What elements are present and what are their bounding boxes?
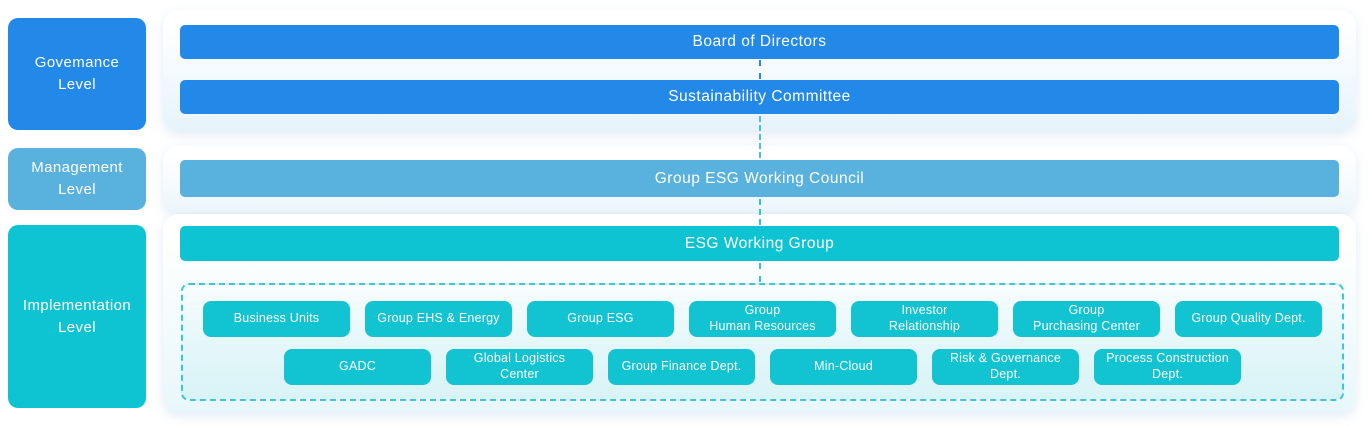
board-of-directors-bar: Board of Directors [180, 25, 1339, 59]
sustainability-committee-bar: Sustainability Committee [180, 80, 1339, 114]
management-level-label: Management Level [8, 148, 146, 210]
implementation-departments-box: Business Units Group EHS & Energy Group … [181, 283, 1344, 401]
implementation-panel: ESG Working Group Business Units Group E… [163, 214, 1356, 412]
group-esg-working-council-bar: Group ESG Working Council [180, 160, 1339, 197]
implementation-level-label: Implementation Level [8, 225, 146, 408]
node-gadc: GADC [284, 349, 431, 385]
department-row-1: Business Units Group EHS & Energy Group … [183, 301, 1342, 337]
node-min-cloud: Min-Cloud [770, 349, 917, 385]
node-risk-governance-dept: Risk & Governance Dept. [932, 349, 1079, 385]
esg-working-group-bar: ESG Working Group [180, 226, 1339, 261]
esg-governance-structure-diagram: Govemance Level Management Level Impleme… [0, 0, 1369, 426]
connector-committee-to-council [759, 116, 761, 158]
node-business-units: Business Units [203, 301, 350, 337]
node-global-logistics-center: Global Logistics Center [446, 349, 593, 385]
connector-esg-group-to-departments [759, 263, 761, 282]
department-row-2: GADC Global Logistics Center Group Finan… [183, 349, 1342, 385]
connector-board-to-committee [759, 60, 761, 79]
node-group-finance-dept: Group Finance Dept. [608, 349, 755, 385]
node-group-purchasing-center: Group Purchasing Center [1013, 301, 1160, 337]
node-group-human-resources: Group Human Resources [689, 301, 836, 337]
node-process-construction-dept: Process Construction Dept. [1094, 349, 1241, 385]
connector-council-to-esg-group [759, 199, 761, 225]
node-group-ehs-energy: Group EHS & Energy [365, 301, 512, 337]
node-group-esg: Group ESG [527, 301, 674, 337]
node-investor-relationship: Investor Relationship [851, 301, 998, 337]
governance-level-label: Govemance Level [8, 18, 146, 130]
node-group-quality-dept: Group Quality Dept. [1175, 301, 1322, 337]
